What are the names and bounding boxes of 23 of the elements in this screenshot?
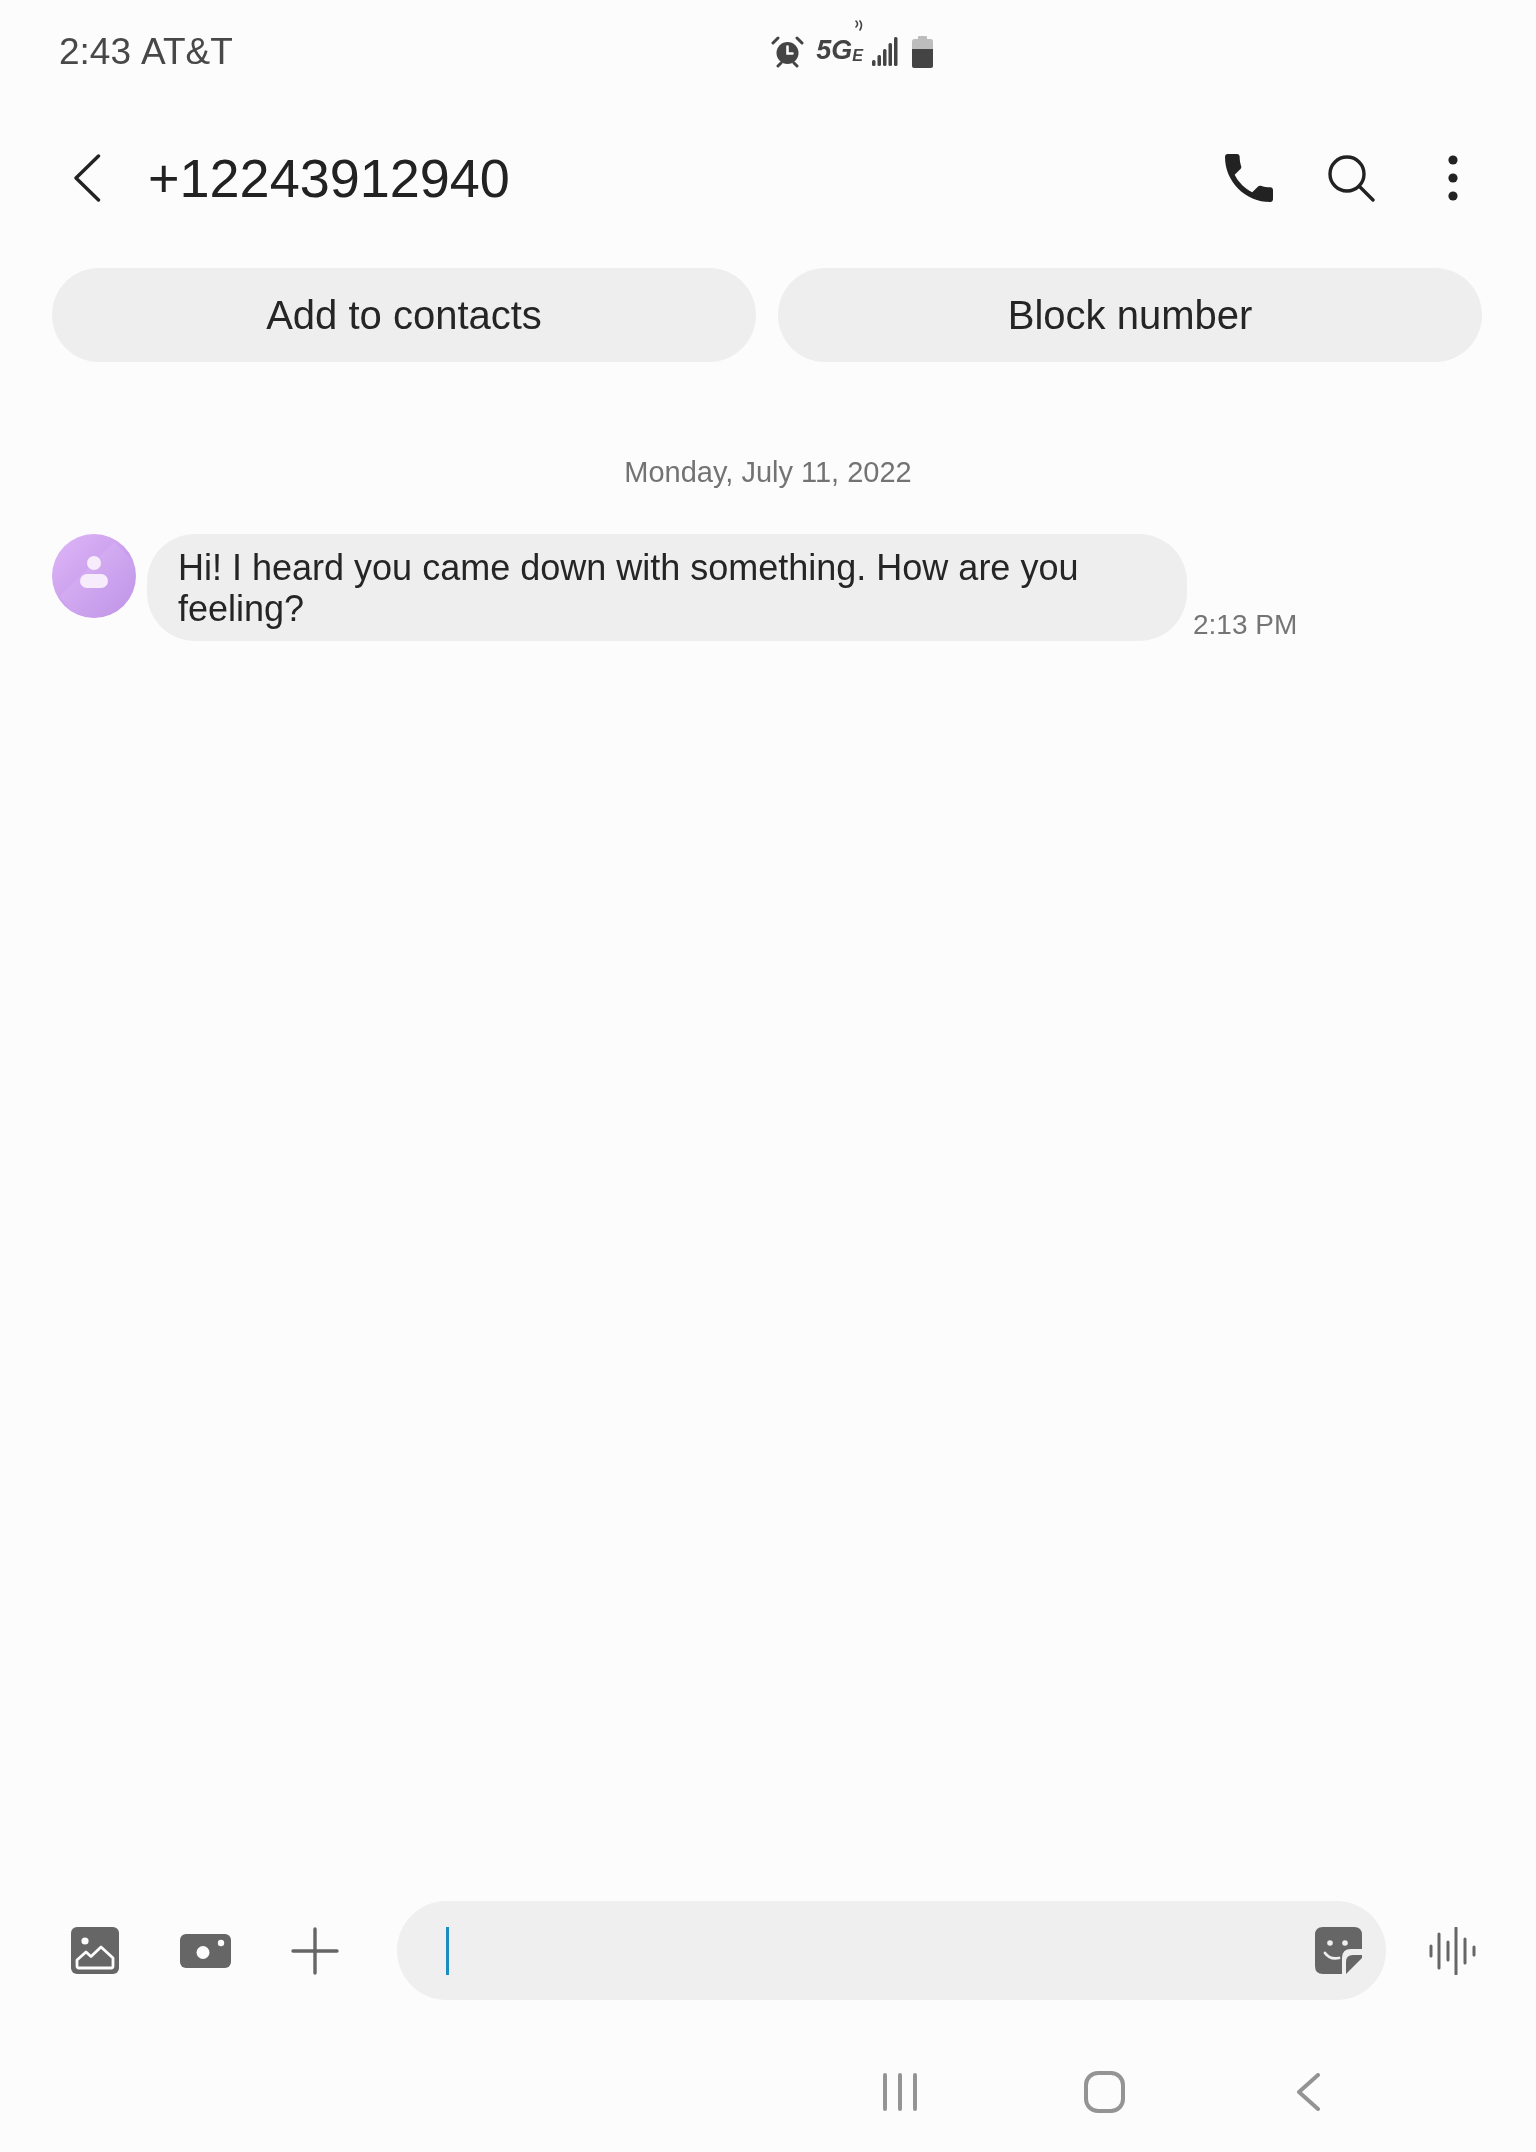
- sticker-icon[interactable]: [1315, 1927, 1362, 1974]
- block-number-button[interactable]: Block number: [778, 268, 1482, 362]
- add-to-contacts-button[interactable]: Add to contacts: [52, 268, 756, 362]
- phone-icon[interactable]: [1225, 154, 1273, 202]
- back-icon[interactable]: [73, 154, 101, 202]
- data-activity-icon: [855, 19, 864, 32]
- message-time: 2:13 PM: [1193, 609, 1298, 641]
- camera-icon[interactable]: [180, 1933, 231, 1968]
- date-label: Monday, July 11, 2022: [624, 455, 912, 490]
- contact-avatar-icon: [52, 534, 136, 618]
- search-icon[interactable]: [1327, 154, 1375, 202]
- plus-icon[interactable]: [291, 1926, 339, 1975]
- message-bubble: Hi! I heard you came down with something. How are you feeling?: [147, 534, 1187, 641]
- alarm-icon: [771, 36, 805, 68]
- status-time: 2:43: [59, 30, 131, 74]
- contact-title: +12243912940: [148, 147, 510, 209]
- more-options-icon[interactable]: [1448, 155, 1458, 201]
- signal-icon: [872, 37, 898, 67]
- home-icon[interactable]: [1084, 2071, 1125, 2113]
- battery-icon: [912, 36, 933, 68]
- image-icon[interactable]: [71, 1927, 119, 1974]
- recent-apps-icon[interactable]: [883, 2073, 917, 2111]
- carrier-name: AT&T: [141, 30, 233, 74]
